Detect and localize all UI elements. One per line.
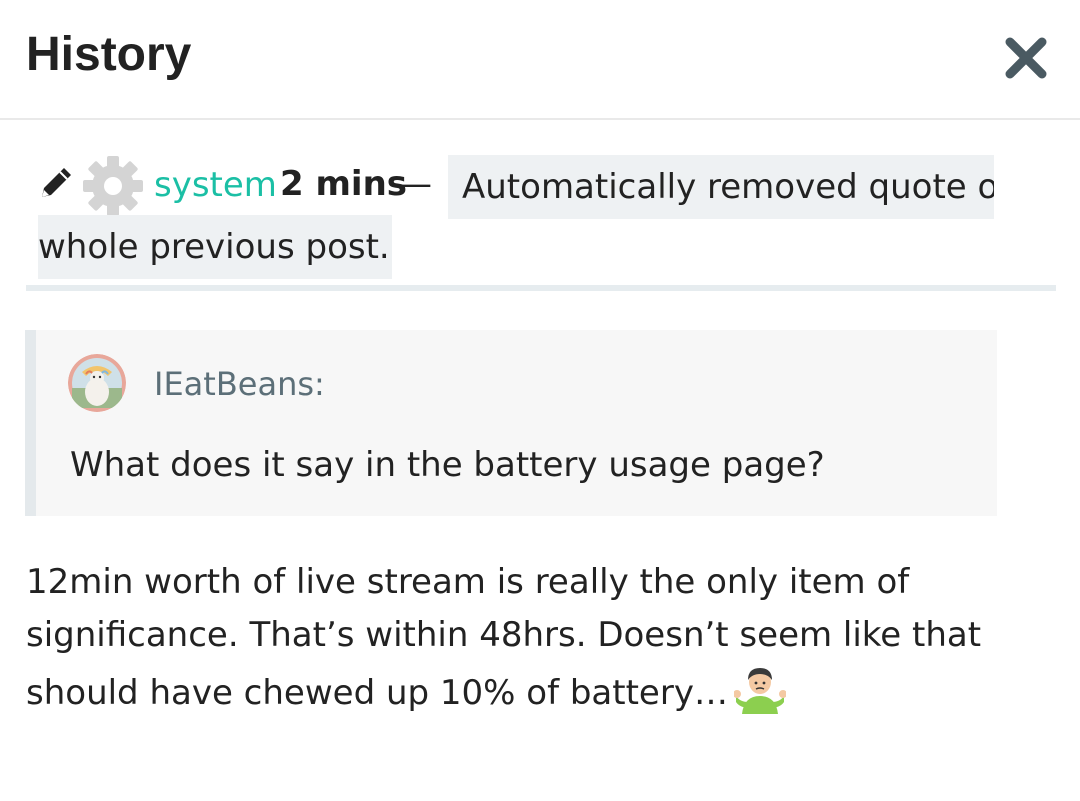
avatar[interactable]: [68, 354, 126, 412]
separator: —: [398, 164, 432, 204]
page-title: History: [26, 28, 192, 81]
modal-header: History: [0, 0, 1080, 120]
post-body: 12min worth of live stream is really the…: [26, 556, 1036, 720]
revision-time: 2 mins: [280, 164, 408, 204]
close-icon[interactable]: [1004, 36, 1048, 80]
quote-block: IEatBeans: What does it say in the batte…: [25, 330, 997, 516]
quote-text: What does it say in the battery usage pa…: [70, 445, 825, 485]
edit-reason-line-2: whole previous post.: [38, 215, 392, 279]
post-text: 12min worth of live stream is really the…: [26, 562, 982, 713]
gear-icon: [82, 155, 144, 217]
divider: [26, 285, 1056, 291]
edit-reason-line-1: Automatically removed quote of: [448, 155, 994, 219]
quote-username[interactable]: IEatBeans:: [154, 364, 325, 404]
revision-username[interactable]: system: [154, 163, 277, 207]
pencil-icon: [36, 163, 76, 203]
person-shrugging-emoji: [732, 662, 787, 714]
